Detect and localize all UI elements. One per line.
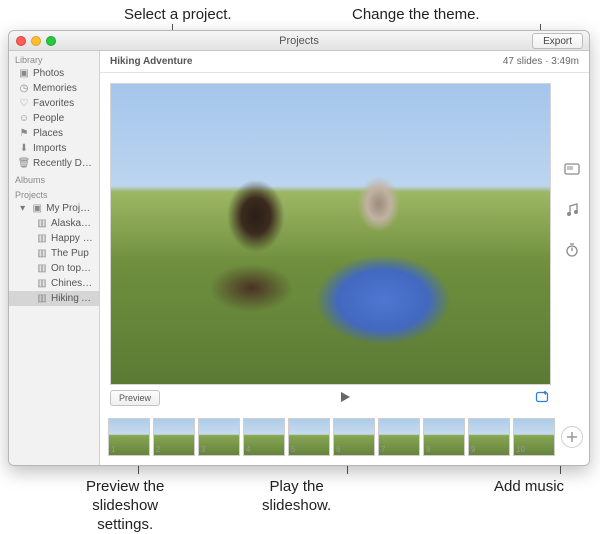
app-window: Projects Export Library ▣Photos ◷Memorie… [8, 30, 590, 466]
chevron-down-icon: ▾ [19, 203, 26, 214]
sidebar-item-imports[interactable]: ⬇Imports [9, 141, 99, 156]
plus-icon [566, 431, 578, 443]
loop-button[interactable] [535, 391, 549, 406]
folder-icon: ▣ [32, 204, 42, 214]
titlebar: Projects Export [9, 31, 589, 51]
filmstrip-thumb[interactable]: 6 [333, 418, 375, 456]
window-title: Projects [9, 35, 589, 47]
project-header: Hiking Adventure 47 slides · 3:49m [100, 51, 589, 73]
filmstrip-thumb[interactable]: 9 [468, 418, 510, 456]
filmstrip-thumb[interactable]: 4 [243, 418, 285, 456]
book-icon: ▥ [37, 249, 47, 259]
sidebar-section-library: Library [9, 51, 99, 66]
callout-add-music: Add music [494, 478, 564, 497]
filmstrip-thumb[interactable]: 1 [108, 418, 150, 456]
filmstrip-thumb[interactable]: 8 [423, 418, 465, 456]
book-icon: ▥ [37, 219, 47, 229]
sidebar-item-memories[interactable]: ◷Memories [9, 81, 99, 96]
filmstrip-thumb[interactable]: 3 [198, 418, 240, 456]
slideshow-current-photo [110, 83, 551, 385]
filmstrip-thumb[interactable]: 2 [153, 418, 195, 456]
book-icon: ▥ [37, 264, 47, 274]
sidebar-item-project[interactable]: ▥The Pup [9, 246, 99, 261]
sidebar-item-photos[interactable]: ▣Photos [9, 66, 99, 81]
sidebar: Library ▣Photos ◷Memories ♡Favorites ☺Pe… [9, 51, 100, 465]
play-button[interactable] [338, 390, 352, 407]
callout-change-theme: Change the theme. [352, 6, 480, 25]
sidebar-item-project[interactable]: ▥Alaska Book Proj... [9, 216, 99, 231]
clock-icon: ◷ [19, 84, 29, 94]
add-slide-button[interactable] [561, 426, 583, 448]
sidebar-item-project[interactable]: ▥Happy Birthday,... [9, 231, 99, 246]
export-button[interactable]: Export [532, 33, 583, 49]
callout-play-slideshow: Play the slideshow. [262, 478, 331, 516]
sidebar-section-projects: Projects [9, 186, 99, 201]
callout-preview-settings: Preview the slideshow settings. [86, 478, 164, 534]
play-icon [338, 390, 352, 404]
heart-icon: ♡ [19, 99, 29, 109]
sidebar-item-places[interactable]: ⚑Places [9, 126, 99, 141]
duration-button[interactable] [561, 239, 583, 261]
pin-icon: ⚑ [19, 129, 29, 139]
slideshow-preview-area [100, 73, 589, 387]
filmstrip-thumb[interactable]: 7 [378, 418, 420, 456]
music-button[interactable] [561, 199, 583, 221]
filmstrip-thumb[interactable]: 10 [513, 418, 555, 456]
photos-icon: ▣ [19, 69, 29, 79]
sidebar-item-people[interactable]: ☺People [9, 111, 99, 126]
loop-icon [535, 391, 549, 403]
sidebar-item-favorites[interactable]: ♡Favorites [9, 96, 99, 111]
filmstrip-thumb[interactable]: 5 [288, 418, 330, 456]
timer-icon [564, 242, 580, 258]
preview-button[interactable]: Preview [110, 390, 160, 406]
filmstrip: 1 2 3 4 5 6 7 8 9 10 [100, 409, 589, 465]
book-icon: ▥ [37, 234, 47, 244]
project-title: Hiking Adventure [110, 56, 192, 67]
book-icon: ▥ [37, 294, 47, 304]
right-tool-rail [558, 159, 586, 261]
trash-icon: 🗑 [19, 159, 29, 169]
theme-icon [564, 162, 580, 178]
project-meta: 47 slides · 3:49m [503, 56, 579, 67]
book-icon: ▥ [37, 279, 47, 289]
sidebar-item-my-projects[interactable]: ▾▣My Projects [9, 201, 99, 216]
callout-select-project: Select a project. [124, 6, 232, 25]
music-icon [564, 202, 580, 218]
theme-button[interactable] [561, 159, 583, 181]
main-content: Hiking Adventure 47 slides · 3:49m [100, 51, 589, 465]
sidebar-item-project[interactable]: ▥Chinese New Year [9, 276, 99, 291]
sidebar-item-project[interactable]: ▥On top of the W... [9, 261, 99, 276]
sidebar-section-albums: Albums [9, 171, 99, 186]
download-icon: ⬇ [19, 144, 29, 154]
sidebar-item-project-selected[interactable]: ▥Hiking Adventure [9, 291, 99, 306]
playback-controls: Preview [100, 387, 589, 409]
person-icon: ☺ [19, 114, 29, 124]
sidebar-item-recently-deleted[interactable]: 🗑Recently Deleted [9, 156, 99, 171]
